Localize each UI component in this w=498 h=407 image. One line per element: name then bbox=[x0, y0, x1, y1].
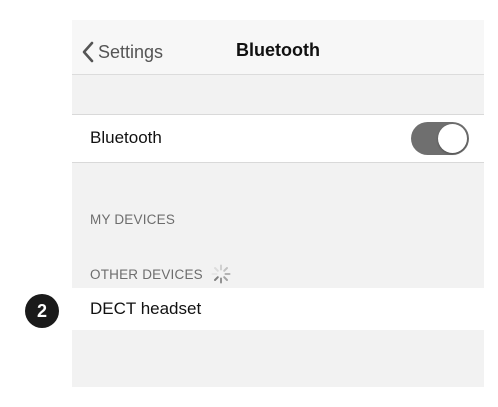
loading-spinner-icon bbox=[211, 264, 231, 284]
bluetooth-settings-screen: Settings Bluetooth Bluetooth MY DEVICES … bbox=[72, 20, 484, 387]
toggle-knob bbox=[438, 124, 467, 153]
step-number-badge: 2 bbox=[25, 294, 59, 328]
page-title: Bluetooth bbox=[236, 40, 320, 60]
back-button-label: Settings bbox=[98, 41, 164, 62]
navigation-bar: Settings Bluetooth bbox=[72, 20, 484, 75]
my-devices-header: MY DEVICES bbox=[90, 212, 176, 227]
bluetooth-toggle-row: Bluetooth bbox=[72, 114, 484, 163]
other-devices-header-row: OTHER DEVICES bbox=[90, 264, 231, 284]
chevron-left-icon bbox=[82, 41, 94, 63]
bluetooth-toggle[interactable] bbox=[411, 122, 469, 155]
back-button[interactable]: Settings bbox=[82, 39, 163, 65]
device-row-dect-headset[interactable]: DECT headset bbox=[72, 288, 484, 330]
device-name: DECT headset bbox=[90, 299, 202, 318]
other-devices-header: OTHER DEVICES bbox=[90, 266, 203, 282]
bluetooth-row-label: Bluetooth bbox=[90, 128, 162, 147]
